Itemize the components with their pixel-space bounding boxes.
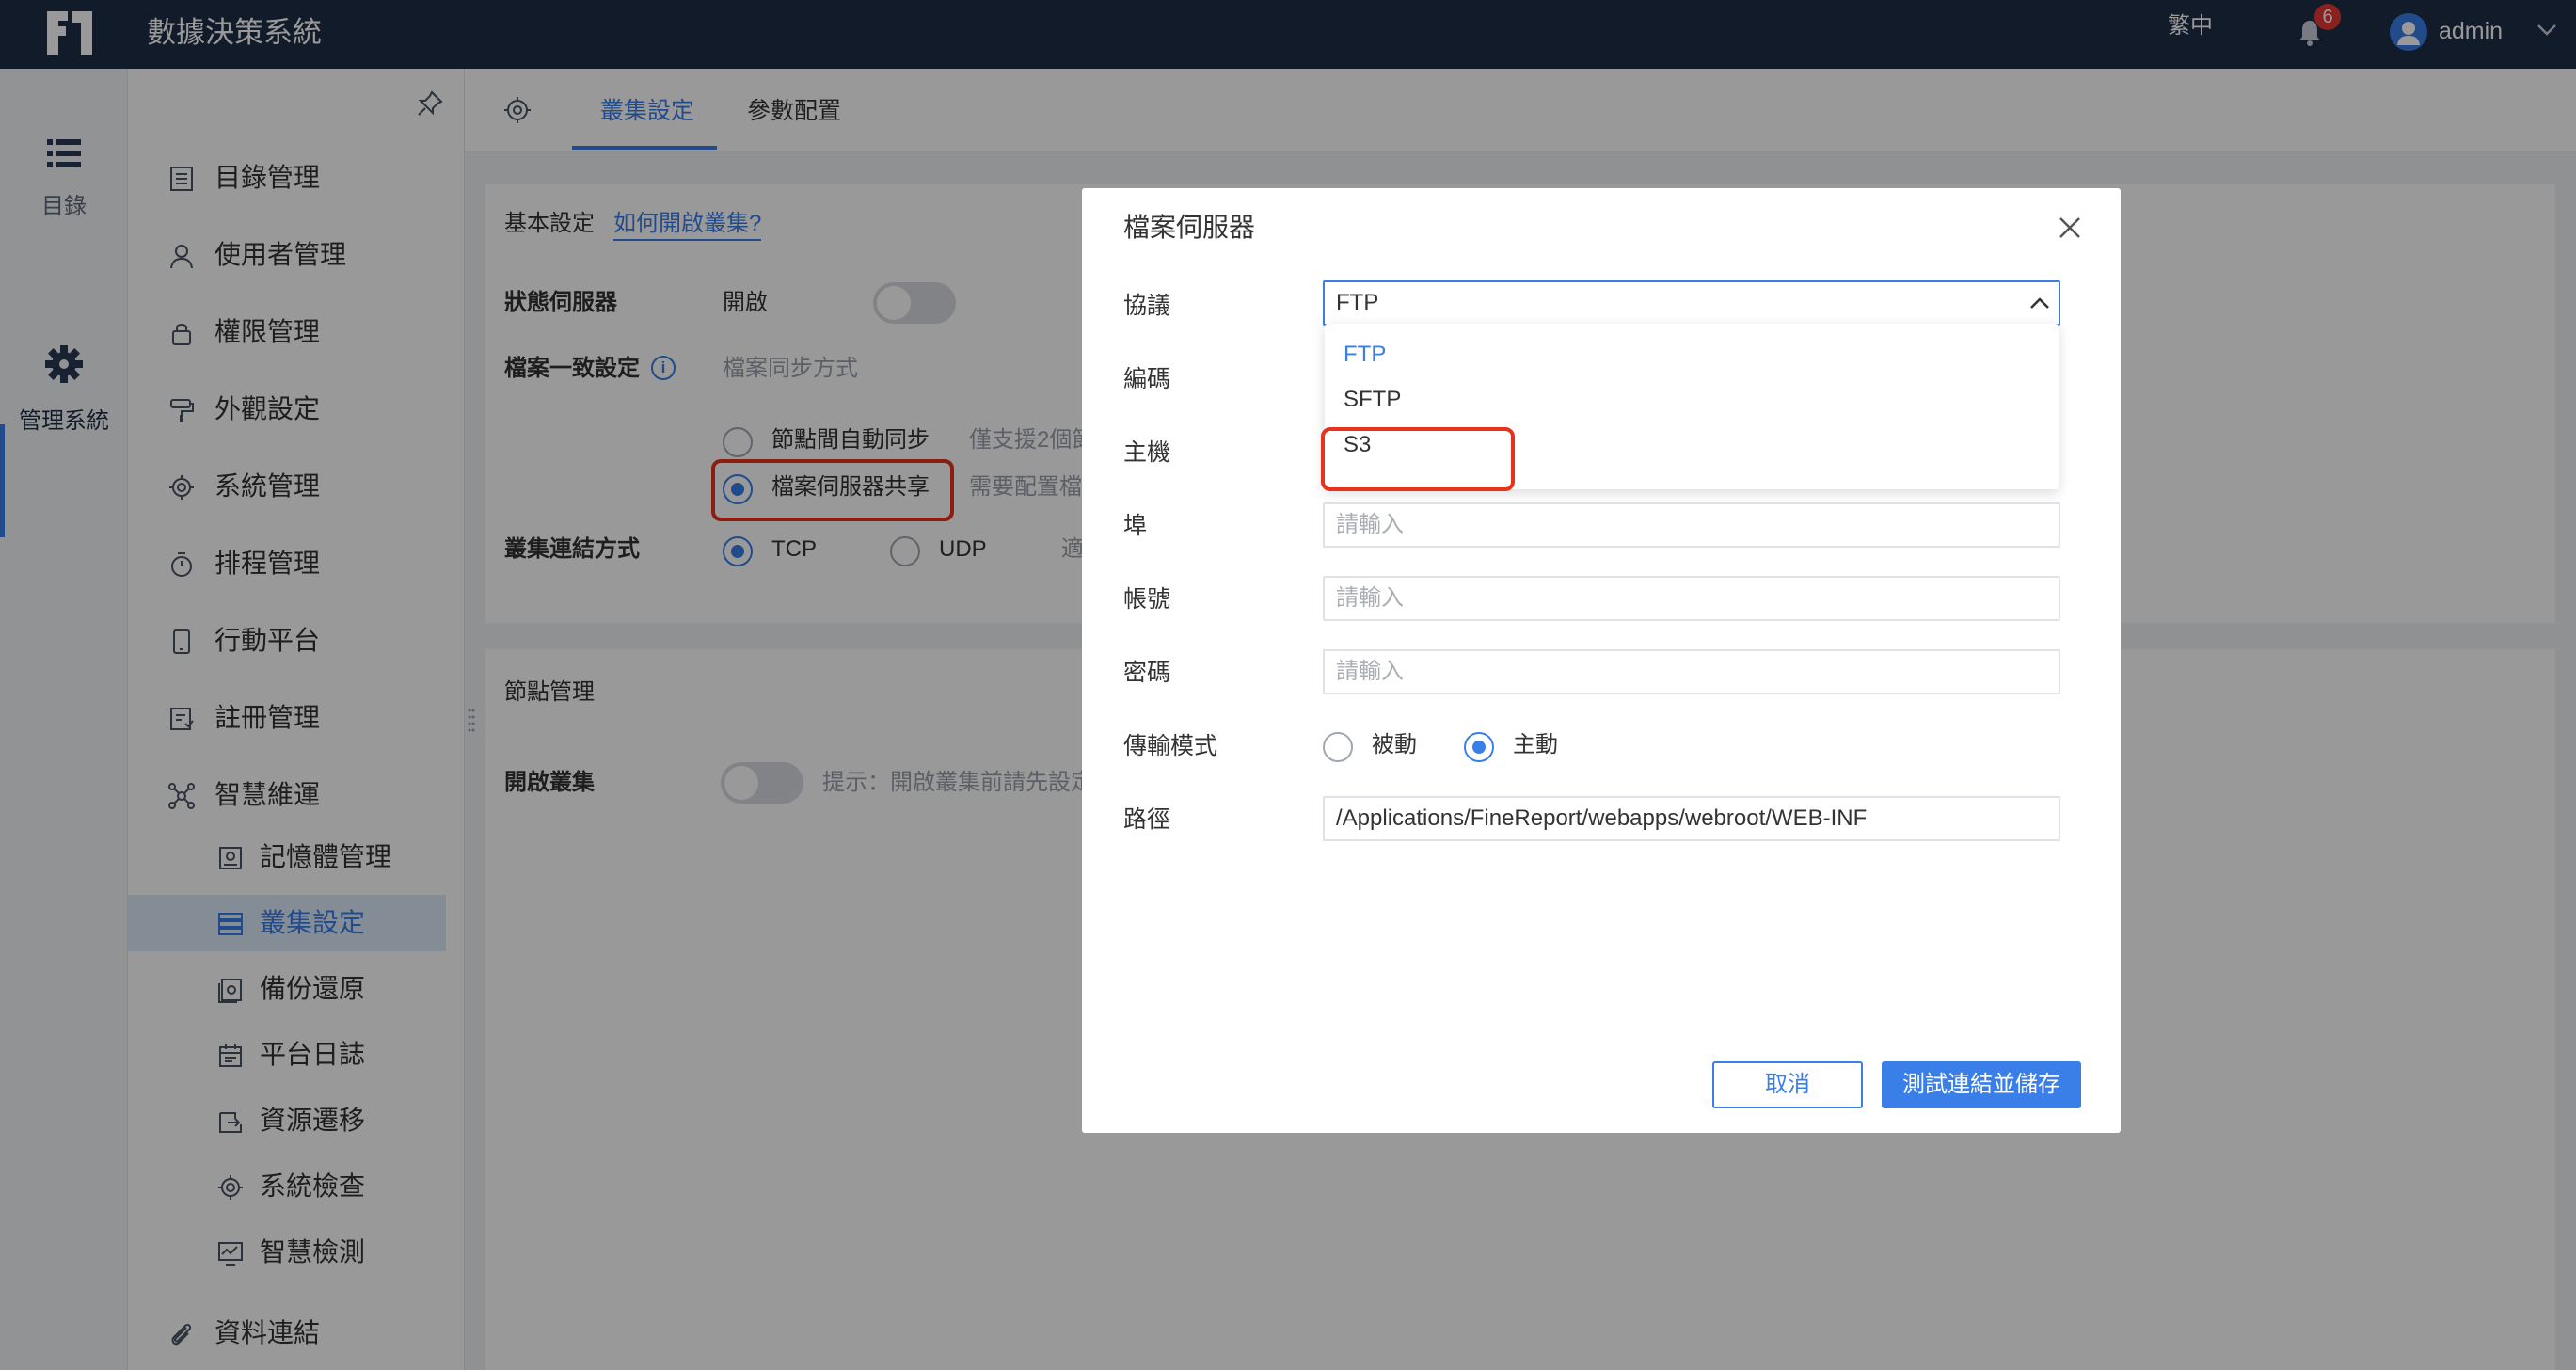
file-server-dialog: 檔案伺服器 協議 FTP 編碼 主機 埠 請輸入 帳號 請輸入 密碼 請輸入 傳… <box>1082 188 2121 1133</box>
protocol-label: 協議 <box>1123 293 1171 319</box>
path-input[interactable]: /Applications/FineReport/webapps/webroot… <box>1323 796 2060 841</box>
account-input[interactable]: 請輸入 <box>1323 576 2060 621</box>
password-label: 密碼 <box>1123 660 1171 686</box>
passive-radio[interactable] <box>1323 732 1353 762</box>
host-label: 主機 <box>1123 439 1171 466</box>
port-input[interactable]: 請輸入 <box>1323 502 2060 548</box>
active-radio[interactable] <box>1464 732 1494 762</box>
test-save-button[interactable]: 測試連結並儲存 <box>1882 1061 2081 1108</box>
dialog-title: 檔案伺服器 <box>1123 213 1256 242</box>
password-input[interactable]: 請輸入 <box>1323 649 2060 694</box>
cancel-button[interactable]: 取消 <box>1712 1061 1863 1108</box>
path-label: 路徑 <box>1123 806 1171 833</box>
option-ftp[interactable]: FTP <box>1344 339 1386 371</box>
active-label[interactable]: 主動 <box>1513 730 1558 760</box>
protocol-select[interactable]: FTP <box>1323 280 2060 326</box>
port-label: 埠 <box>1123 513 1148 539</box>
option-sftp[interactable]: SFTP <box>1344 384 1401 416</box>
account-label: 帳號 <box>1123 586 1171 613</box>
highlight-box <box>1321 427 1515 491</box>
transfer-mode-label: 傳輸模式 <box>1123 733 1218 759</box>
chevron-up-icon[interactable] <box>2028 295 2051 311</box>
passive-label[interactable]: 被動 <box>1372 730 1417 760</box>
encoding-label: 編碼 <box>1123 366 1171 392</box>
close-icon[interactable] <box>2057 215 2083 241</box>
